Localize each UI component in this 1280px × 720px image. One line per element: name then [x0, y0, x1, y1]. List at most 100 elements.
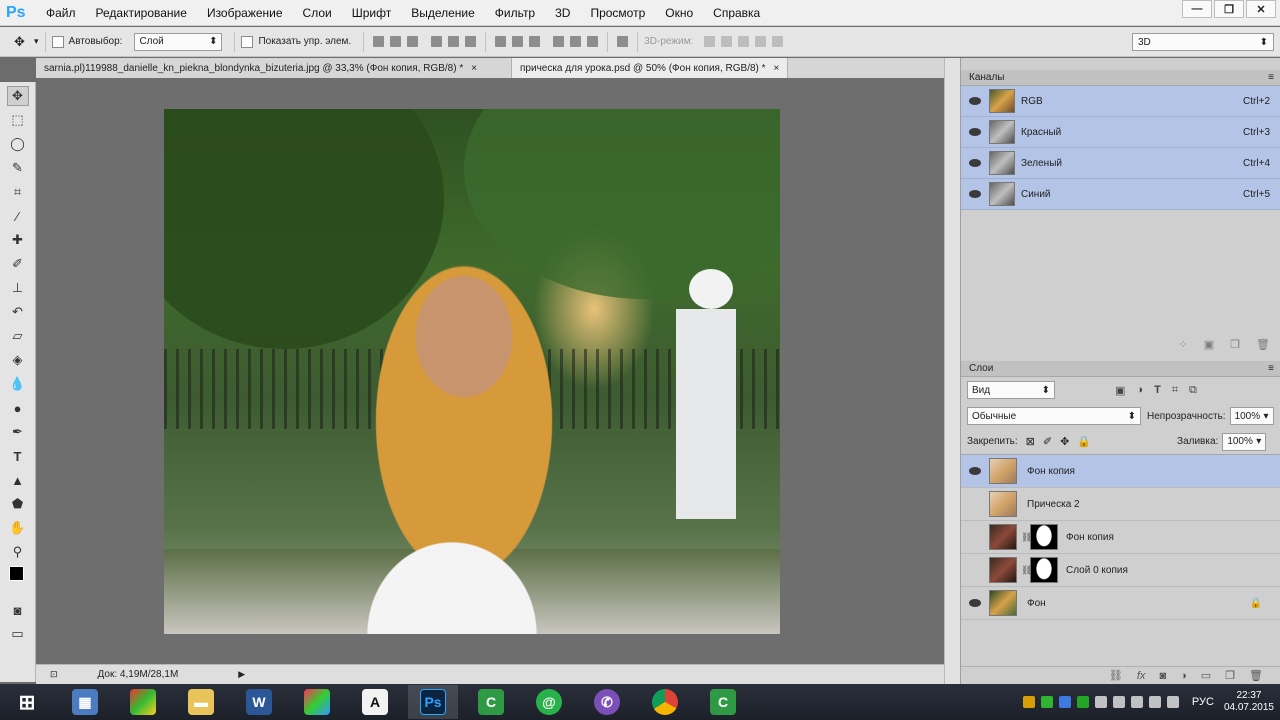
layer-row[interactable]: Фон копия [961, 455, 1280, 488]
foreground-color-swatch[interactable] [8, 566, 24, 581]
tray-app-icon[interactable] [1094, 696, 1107, 708]
filter-adjustment-icon[interactable]: ◑ [1136, 384, 1143, 397]
filter-type-icon[interactable]: T [1154, 384, 1161, 397]
visibility-toggle[interactable] [969, 564, 981, 576]
layer-mask-thumbnail[interactable] [1030, 557, 1058, 583]
align-vcenter-icon[interactable] [390, 36, 402, 47]
menu-select[interactable]: Выделение [401, 0, 485, 26]
channel-row[interactable]: Синий Ctrl+5 [961, 179, 1280, 210]
tray-app-icon[interactable] [1022, 696, 1035, 708]
show-controls-checkbox[interactable] [241, 35, 254, 48]
layer-name[interactable]: Прическа 2 [1027, 499, 1280, 510]
zoom-tool-icon[interactable]: ⚲ [7, 542, 29, 562]
autoselect-select[interactable]: Слой ⬍ [134, 32, 223, 51]
menu-image[interactable]: Изображение [197, 0, 293, 26]
layer-name[interactable]: Фон копия [1066, 532, 1280, 543]
taskbar-app[interactable]: C [466, 685, 516, 719]
distribute-hcenter-icon[interactable] [570, 36, 582, 47]
eye-icon[interactable] [969, 159, 981, 167]
tray-app-icon[interactable] [1040, 696, 1053, 708]
layer-row[interactable]: Фон 🔒 [961, 587, 1280, 620]
filter-pixel-icon[interactable]: ▣ [1115, 384, 1125, 397]
layer-row[interactable]: ⛓ Фон копия [961, 521, 1280, 554]
maximize-button[interactable]: ❐ [1214, 0, 1244, 18]
pen-tool-icon[interactable]: ✒ [7, 422, 29, 442]
distribute-right-icon[interactable] [587, 36, 599, 47]
menu-edit[interactable]: Редактирование [86, 0, 197, 26]
load-selection-icon[interactable]: ⁘ [1179, 338, 1188, 351]
canvas-scrollbar[interactable] [944, 58, 960, 684]
lock-all-icon[interactable]: 🔒 [1077, 435, 1091, 448]
path-select-tool-icon[interactable]: ▲ [7, 470, 29, 490]
align-bottom-icon[interactable] [407, 36, 419, 47]
layer-style-icon[interactable]: fx [1137, 670, 1146, 682]
move-tool-icon[interactable]: ✥ [14, 34, 34, 50]
taskbar-app[interactable]: W [234, 685, 284, 719]
document-tab[interactable]: sarnia.pl)119988_danielle_kn_piekna_blon… [36, 58, 512, 78]
channel-row[interactable]: Зеленый Ctrl+4 [961, 148, 1280, 179]
history-brush-tool-icon[interactable]: ↶ [7, 302, 29, 322]
color-swatches[interactable] [7, 566, 31, 596]
link-layers-icon[interactable]: ⛓ [1109, 669, 1123, 682]
language-indicator[interactable]: РУС [1192, 696, 1214, 708]
network-icon[interactable] [1148, 696, 1161, 708]
opacity-input[interactable]: 100% ▾ [1229, 407, 1274, 425]
healing-brush-tool-icon[interactable]: ✚ [7, 230, 29, 250]
workspace-select[interactable]: 3D ⬍ [1132, 33, 1274, 51]
layer-name[interactable]: Слой 0 копия [1066, 565, 1280, 576]
menu-window[interactable]: Окно [655, 0, 703, 26]
menu-filter[interactable]: Фильтр [485, 0, 545, 26]
add-mask-icon[interactable]: ◙ [1159, 670, 1166, 682]
layers-panel-title[interactable]: Слои [969, 363, 993, 374]
layer-name[interactable]: Фон копия [1027, 466, 1280, 477]
document-image[interactable] [164, 109, 780, 634]
taskbar-app[interactable] [118, 685, 168, 719]
menu-layers[interactable]: Слои [293, 0, 342, 26]
lasso-tool-icon[interactable]: ◯ [7, 134, 29, 154]
taskbar-app[interactable]: A [350, 685, 400, 719]
taskbar-app[interactable]: ✆ [582, 685, 632, 719]
new-group-icon[interactable]: ▭ [1201, 669, 1211, 682]
quick-select-tool-icon[interactable]: ✎ [7, 158, 29, 178]
eye-icon[interactable] [969, 467, 981, 475]
dodge-tool-icon[interactable]: ● [7, 398, 29, 418]
hand-tool-icon[interactable]: ✋ [7, 518, 29, 538]
tray-app-icon[interactable] [1076, 696, 1089, 708]
layer-row[interactable]: Прическа 2 [961, 488, 1280, 521]
close-icon[interactable]: × [774, 63, 780, 74]
blur-tool-icon[interactable]: 💧 [7, 374, 29, 394]
filter-smart-object-icon[interactable]: ⧉ [1189, 384, 1197, 397]
menu-type[interactable]: Шрифт [342, 0, 401, 26]
tool-preset-dropdown-icon[interactable]: ▾ [34, 36, 39, 47]
type-tool-icon[interactable]: T [7, 446, 29, 466]
taskbar-app[interactable]: C [698, 685, 748, 719]
distribute-bottom-icon[interactable] [529, 36, 541, 47]
distribute-vcenter-icon[interactable] [512, 36, 524, 47]
close-button[interactable]: ✕ [1246, 0, 1276, 18]
layer-filter-select[interactable]: Вид ⬍ [967, 381, 1055, 399]
delete-channel-icon[interactable]: 🗑 [1256, 338, 1270, 351]
taskbar-app[interactable]: ▬ [176, 685, 226, 719]
menu-file[interactable]: Файл [36, 0, 86, 26]
shape-tool-icon[interactable]: ⬟ [7, 494, 29, 514]
channel-row[interactable]: RGB Ctrl+2 [961, 86, 1280, 117]
visibility-toggle[interactable] [969, 498, 981, 510]
new-layer-icon[interactable]: ❐ [1225, 669, 1235, 682]
layer-row[interactable]: ⛓ Слой 0 копия [961, 554, 1280, 587]
lock-position-icon[interactable]: ✥ [1060, 435, 1069, 448]
panel-menu-icon[interactable]: ≡ [1268, 363, 1274, 374]
align-left-icon[interactable] [431, 36, 443, 47]
auto-align-icon[interactable] [617, 36, 629, 47]
status-menu-arrow-icon[interactable]: ▶ [238, 669, 245, 680]
channels-panel-title[interactable]: Каналы [969, 72, 1005, 83]
tray-app-icon[interactable] [1112, 696, 1125, 708]
distribute-top-icon[interactable] [495, 36, 507, 47]
clock[interactable]: 22:37 04.07.2015 [1224, 690, 1274, 714]
fill-input[interactable]: 100% ▾ [1222, 432, 1267, 451]
marquee-tool-icon[interactable]: ⬚ [7, 110, 29, 130]
bluetooth-icon[interactable] [1058, 696, 1071, 708]
lock-brush-icon[interactable]: ✐ [1043, 435, 1052, 448]
menu-help[interactable]: Справка [703, 0, 770, 26]
distribute-left-icon[interactable] [553, 36, 565, 47]
taskbar-app[interactable] [292, 685, 342, 719]
